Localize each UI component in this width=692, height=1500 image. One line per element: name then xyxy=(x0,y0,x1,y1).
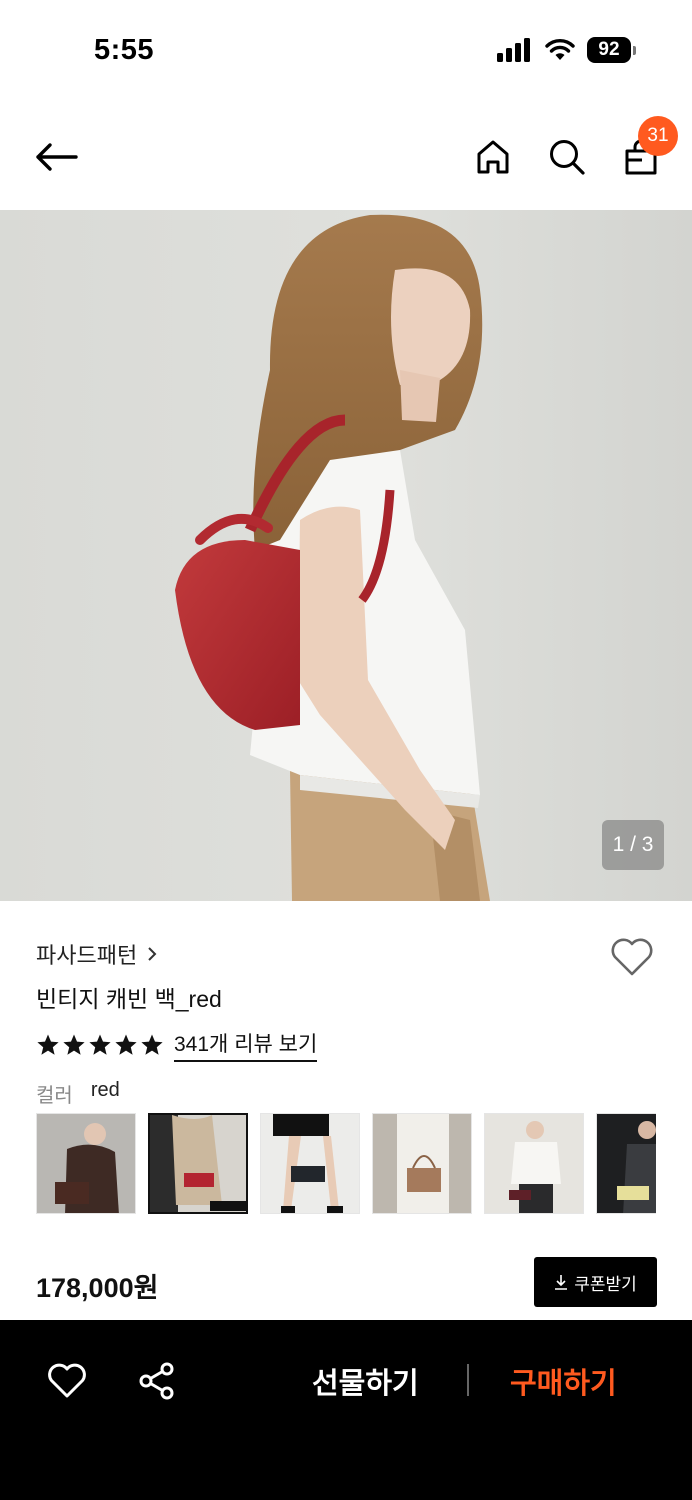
rating-row: 341개 리뷰 보기 xyxy=(36,1028,318,1062)
color-option-tan[interactable] xyxy=(372,1113,472,1214)
divider xyxy=(467,1364,469,1396)
color-option-red[interactable] xyxy=(148,1113,248,1214)
share-icon xyxy=(139,1362,174,1400)
bottom-action-bar: 선물하기 구매하기 xyxy=(0,1320,692,1500)
color-option-butter[interactable] xyxy=(596,1113,656,1214)
battery-indicator: 92 xyxy=(587,37,636,63)
thumbnail-image xyxy=(55,1123,119,1213)
status-bar: 5:55 92 xyxy=(0,0,692,100)
search-icon xyxy=(550,140,585,175)
color-label: 컬러 xyxy=(36,1085,73,1107)
brand-name: 파사드패턴 xyxy=(36,943,138,968)
like-button[interactable] xyxy=(44,1358,90,1404)
price: 178,000원 xyxy=(36,1273,159,1303)
color-option-brown[interactable] xyxy=(36,1113,136,1214)
battery-level: 92 xyxy=(587,37,631,63)
coupon-button[interactable]: 쿠폰받기 xyxy=(534,1257,657,1307)
home-button[interactable] xyxy=(470,134,516,180)
star-icon xyxy=(37,1034,59,1055)
star-icon xyxy=(115,1034,137,1055)
color-option-black[interactable] xyxy=(260,1113,360,1214)
wishlist-button[interactable] xyxy=(608,934,656,980)
wifi-icon xyxy=(545,39,575,60)
cart-count-badge: 31 xyxy=(638,116,678,156)
back-button[interactable] xyxy=(30,134,82,180)
star-icon xyxy=(89,1034,111,1055)
buy-button[interactable]: 구매하기 xyxy=(510,1360,617,1402)
download-icon xyxy=(555,1275,568,1290)
home-icon xyxy=(477,140,509,174)
status-time: 5:55 xyxy=(94,34,155,66)
color-options xyxy=(36,1113,656,1215)
status-indicators: 92 xyxy=(497,37,636,63)
star-icon xyxy=(141,1034,163,1055)
gift-button[interactable]: 선물하기 xyxy=(312,1360,419,1402)
color-value: red xyxy=(90,1079,120,1101)
star-rating xyxy=(36,1033,164,1057)
top-nav xyxy=(0,100,692,210)
color-row: 컬러 red xyxy=(36,1079,120,1108)
product-image[interactable] xyxy=(0,210,692,901)
product-title: 빈티지 캐빈 백_red xyxy=(36,986,222,1012)
coupon-label: 쿠폰받기 xyxy=(574,1274,637,1294)
thumbnail-image xyxy=(150,1115,246,1212)
image-counter: 1 / 3 xyxy=(602,820,664,870)
heart-outline-icon xyxy=(48,1363,86,1398)
arrow-left-icon xyxy=(36,143,78,171)
share-button[interactable] xyxy=(134,1358,180,1404)
review-link[interactable]: 341개 리뷰 보기 xyxy=(174,1028,318,1062)
thumbnail-image xyxy=(617,1121,656,1213)
color-option-burgundy[interactable] xyxy=(484,1113,584,1214)
brand-link[interactable]: 파사드패턴 xyxy=(36,938,157,970)
model-with-bag-illustration xyxy=(175,214,490,901)
thumbnail-image xyxy=(273,1114,343,1213)
star-icon xyxy=(63,1034,85,1055)
thumbnail-image xyxy=(509,1121,561,1213)
heart-outline-icon xyxy=(611,938,653,976)
search-button[interactable] xyxy=(544,134,590,180)
chevron-right-icon xyxy=(148,947,157,961)
thumbnail-image xyxy=(397,1114,449,1213)
signal-icon xyxy=(497,38,530,62)
